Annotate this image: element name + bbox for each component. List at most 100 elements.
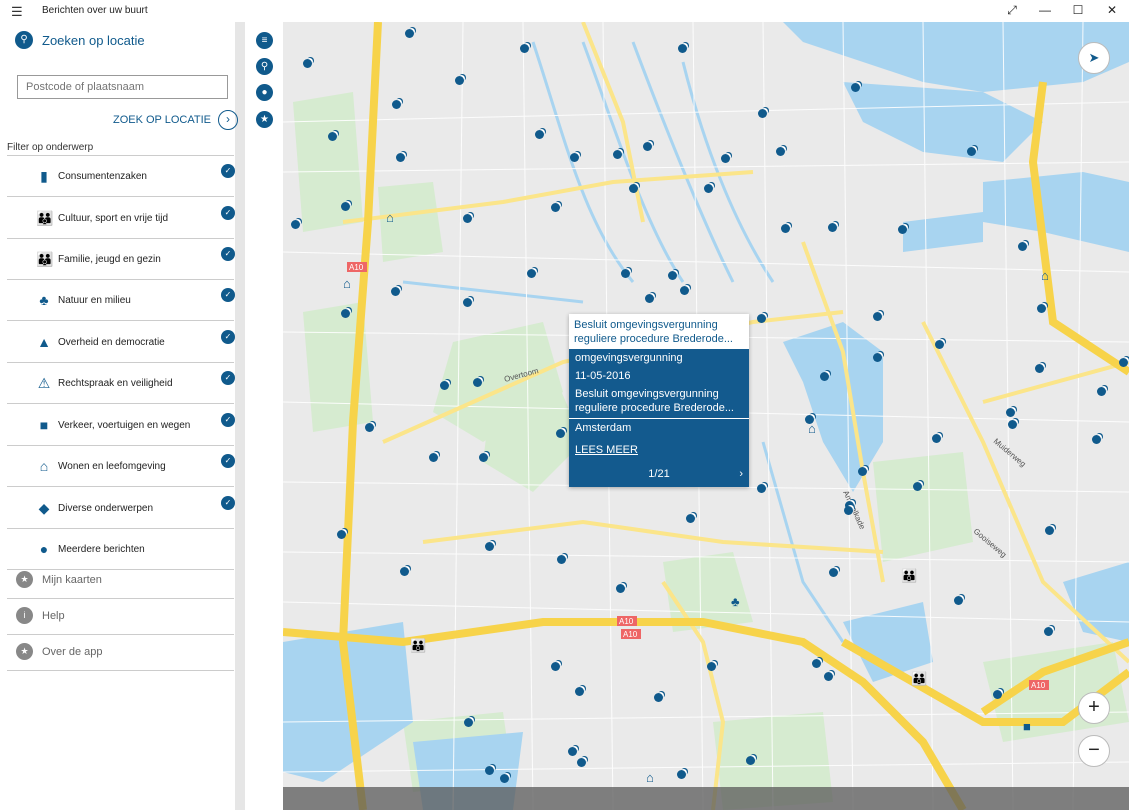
menu-item-3[interactable]: ★ Over de app [16, 643, 103, 660]
map-pin-icon[interactable] [645, 294, 654, 303]
map-pin-icon[interactable] [967, 147, 976, 156]
map-pin-icon[interactable] [781, 224, 790, 233]
checkmark-icon[interactable]: ✓ [221, 288, 235, 302]
map-pin-icon[interactable] [1037, 304, 1046, 313]
map-pin-icon[interactable] [570, 153, 579, 162]
category-8[interactable]: ⌂ Wonen en leefomgeving ✓ [30, 446, 235, 487]
map-pin-icon[interactable] [1006, 408, 1015, 417]
map-pin-icon[interactable] [932, 434, 941, 443]
map-pin-icon[interactable] [668, 271, 677, 280]
search-location-button[interactable]: ZOEK OP LOCATIE › [113, 110, 239, 130]
checkmark-icon[interactable]: ✓ [221, 206, 235, 220]
map-pin-icon[interactable] [824, 672, 833, 681]
menu-item-1[interactable]: ★ Mijn kaarten [16, 571, 102, 588]
map-pin-icon[interactable] [844, 506, 853, 515]
map-pin-icon[interactable] [500, 774, 509, 783]
map-pin-icon[interactable] [746, 756, 755, 765]
map-pin-icon[interactable] [405, 29, 414, 38]
category-3[interactable]: 👪 Familie, jeugd en gezin ✓ [30, 239, 235, 280]
chat-icon[interactable]: ● [256, 84, 273, 101]
map-house-icon[interactable]: ⌂ [1041, 269, 1049, 282]
menu-item-2[interactable]: i Help [16, 607, 65, 624]
map-pin-icon[interactable] [629, 184, 638, 193]
map-pin-icon[interactable] [568, 747, 577, 756]
map-pin-icon[interactable] [829, 568, 838, 577]
map-pin-icon[interactable] [557, 555, 566, 564]
postcode-input[interactable] [17, 75, 228, 99]
map-pin-icon[interactable] [440, 381, 449, 390]
map-pin-icon[interactable] [654, 693, 663, 702]
map-pin-icon[interactable] [758, 109, 767, 118]
map-pin-icon[interactable] [721, 154, 730, 163]
checkmark-icon[interactable]: ✓ [221, 496, 235, 510]
checkmark-icon[interactable]: ✓ [221, 371, 235, 385]
checkmark-icon[interactable]: ✓ [221, 247, 235, 261]
sidebar-scrollbar[interactable] [235, 22, 245, 810]
map-pin-icon[interactable] [757, 314, 766, 323]
map-pin-icon[interactable] [464, 718, 473, 727]
category-6[interactable]: ⚠ Rechtspraak en veiligheid ✓ [30, 363, 235, 404]
map-house-icon[interactable]: ⌂ [646, 771, 654, 784]
map-pin-icon[interactable] [707, 662, 716, 671]
map-pin-icon[interactable] [913, 482, 922, 491]
next-arrow-icon[interactable]: › [739, 462, 743, 486]
fullscreen-button[interactable]: ⤢ [1002, 3, 1022, 18]
map-car-icon[interactable]: ■ [1023, 720, 1031, 733]
map-pin-icon[interactable] [757, 484, 766, 493]
map-pin-icon[interactable] [680, 286, 689, 295]
map-pin-icon[interactable] [1008, 420, 1017, 429]
map-pin-icon[interactable] [873, 353, 882, 362]
map-house-icon[interactable]: ⌂ [343, 277, 351, 290]
maximize-button[interactable]: ☐ [1068, 3, 1088, 17]
message-popup[interactable]: Besluit omgevingsvergunning reguliere pr… [569, 314, 749, 487]
map-pin-icon[interactable] [1035, 364, 1044, 373]
locate-me-button[interactable]: ➤ [1078, 42, 1110, 74]
checkmark-icon[interactable]: ✓ [221, 454, 235, 468]
map-house-icon[interactable]: ⌂ [808, 422, 816, 435]
map-pin-icon[interactable] [643, 142, 652, 151]
map-pin-icon[interactable] [828, 223, 837, 232]
map-pin-icon[interactable] [776, 147, 785, 156]
map-pin-icon[interactable] [479, 453, 488, 462]
map-pin-icon[interactable] [873, 312, 882, 321]
list-icon[interactable]: ≡ [256, 32, 273, 49]
map-tree-icon[interactable]: ♣ [731, 595, 740, 608]
map-house-icon[interactable]: ⌂ [386, 211, 394, 224]
map-pin-icon[interactable] [858, 467, 867, 476]
map-pin-icon[interactable] [616, 584, 625, 593]
map-pin-icon[interactable] [365, 423, 374, 432]
map-pin-icon[interactable] [473, 378, 482, 387]
popup-title[interactable]: Besluit omgevingsvergunning reguliere pr… [574, 318, 746, 346]
map-pin-icon[interactable] [1119, 358, 1128, 367]
read-more-link[interactable]: LEES MEER [569, 437, 749, 462]
map-pin-icon[interactable] [935, 340, 944, 349]
close-button[interactable]: ✕ [1102, 3, 1122, 17]
map-pin-icon[interactable] [1092, 435, 1101, 444]
checkmark-icon[interactable]: ✓ [221, 330, 235, 344]
map-people-icon[interactable]: 👪 [911, 672, 927, 685]
zoom-out-button[interactable]: − [1078, 735, 1110, 767]
map-pin-icon[interactable] [337, 530, 346, 539]
zoom-in-button[interactable]: + [1078, 692, 1110, 724]
map-pin-icon[interactable] [954, 596, 963, 605]
map-pin-icon[interactable] [1018, 242, 1027, 251]
category-5[interactable]: ▲ Overheid en democratie ✓ [30, 322, 235, 363]
category-2[interactable]: 👪 Cultuur, sport en vrije tijd ✓ [30, 198, 235, 239]
map-pin-icon[interactable] [485, 766, 494, 775]
map-pin-icon[interactable] [463, 298, 472, 307]
map-pin-icon[interactable] [303, 59, 312, 68]
map-pin-icon[interactable] [392, 100, 401, 109]
map-pin-icon[interactable] [455, 76, 464, 85]
category-10[interactable]: ● Meerdere berichten [30, 529, 235, 570]
map-pin-icon[interactable] [551, 662, 560, 671]
category-7[interactable]: ■ Verkeer, voertuigen en wegen ✓ [30, 405, 235, 446]
map-pin-icon[interactable] [851, 83, 860, 92]
map-pin-icon[interactable] [812, 659, 821, 668]
map-pin-icon[interactable] [621, 269, 630, 278]
map-pin-icon[interactable] [551, 203, 560, 212]
map-pin-icon[interactable] [520, 44, 529, 53]
map-pin-icon[interactable] [577, 758, 586, 767]
map-pin-icon[interactable] [898, 225, 907, 234]
map-pin-icon[interactable] [704, 184, 713, 193]
map-pin-icon[interactable] [993, 690, 1002, 699]
